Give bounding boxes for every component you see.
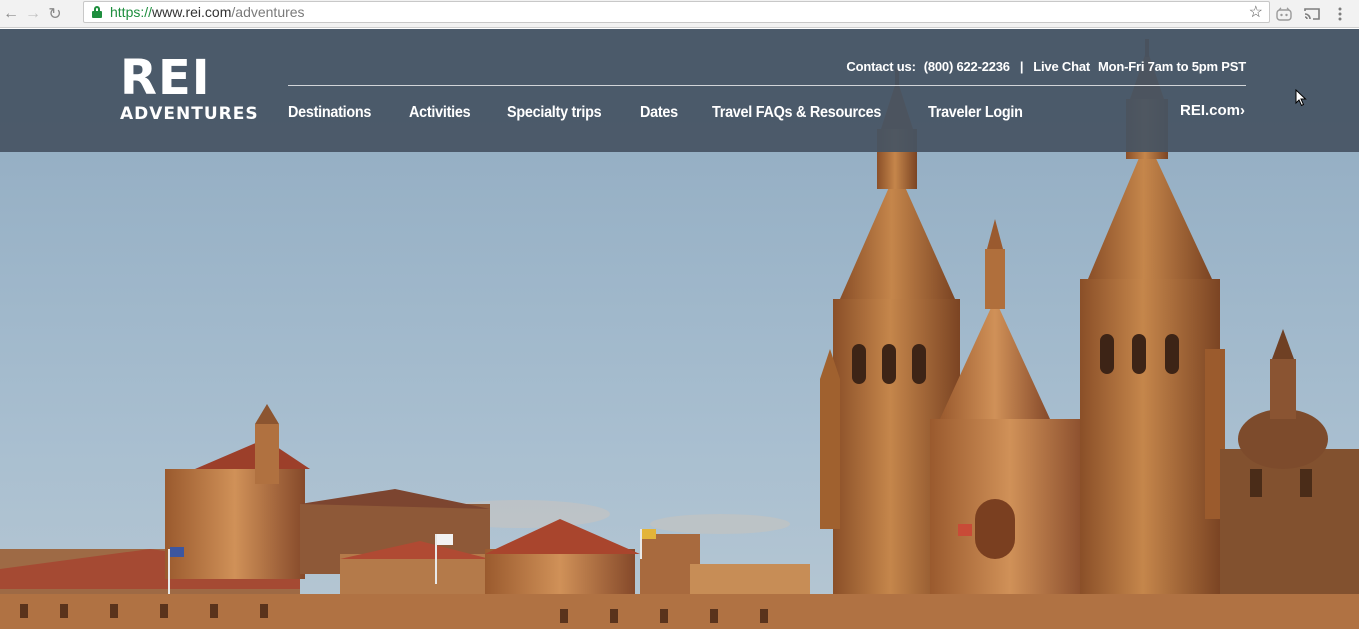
header-divider <box>288 85 1246 86</box>
menu-dots-icon[interactable] <box>1331 6 1349 22</box>
lock-icon <box>92 6 102 18</box>
logo-subtitle: ADVENTURES <box>120 104 259 124</box>
nav-travel-faqs[interactable]: Travel FAQs & Resources <box>712 104 881 122</box>
page-viewport: REI ADVENTURES Contact us: (800) 622-223… <box>0 29 1359 629</box>
logo-wordmark: REI <box>120 50 211 106</box>
hours-text: Mon-Fri 7am to 5pm PST <box>1097 59 1246 74</box>
contact-bar: Contact us: (800) 622-2236 | Live Chat M… <box>846 59 1246 74</box>
nav-destinations[interactable]: Destinations <box>288 104 371 122</box>
url-host: www.rei.com <box>152 4 232 20</box>
back-arrow-icon[interactable]: ← <box>0 3 22 25</box>
extension-area <box>1275 0 1359 28</box>
reload-icon[interactable]: ↻ <box>44 3 66 25</box>
nav-traveler-login[interactable]: Traveler Login <box>928 104 1023 122</box>
rei-com-link[interactable]: REI.com› <box>1180 102 1245 119</box>
url-path: /adventures <box>231 4 305 20</box>
contact-label: Contact us: <box>846 59 916 74</box>
mouse-cursor-icon <box>1295 88 1307 112</box>
extension-icon[interactable] <box>1275 6 1293 22</box>
site-header: REI ADVENTURES Contact us: (800) 622-223… <box>0 29 1359 152</box>
browser-toolbar: ← → ↻ https://www.rei.com/adventures ☆ <box>0 0 1359 28</box>
forward-arrow-icon[interactable]: → <box>22 3 44 25</box>
rei-adventures-logo[interactable]: REI ADVENTURES <box>120 50 259 129</box>
address-bar[interactable]: https://www.rei.com/adventures ☆ <box>83 1 1270 23</box>
live-chat-link[interactable]: Live Chat <box>1033 59 1090 74</box>
rei-com-label: REI.com <box>1179 102 1240 119</box>
star-icon[interactable]: ☆ <box>1249 2 1263 22</box>
nav-specialty-trips[interactable]: Specialty trips <box>507 104 602 122</box>
url-scheme: https:// <box>110 4 153 20</box>
nav-activities[interactable]: Activities <box>409 104 471 122</box>
nav-dates[interactable]: Dates <box>640 104 678 122</box>
url-text[interactable]: https://www.rei.com/adventures <box>110 4 305 20</box>
phone-link[interactable]: (800) 622-2236 <box>924 59 1010 74</box>
contact-separator: | <box>1019 59 1024 74</box>
chevron-right-icon: › <box>1240 102 1245 119</box>
cast-icon[interactable] <box>1303 6 1321 22</box>
main-nav: Destinations Activities Specialty trips … <box>288 104 1034 122</box>
